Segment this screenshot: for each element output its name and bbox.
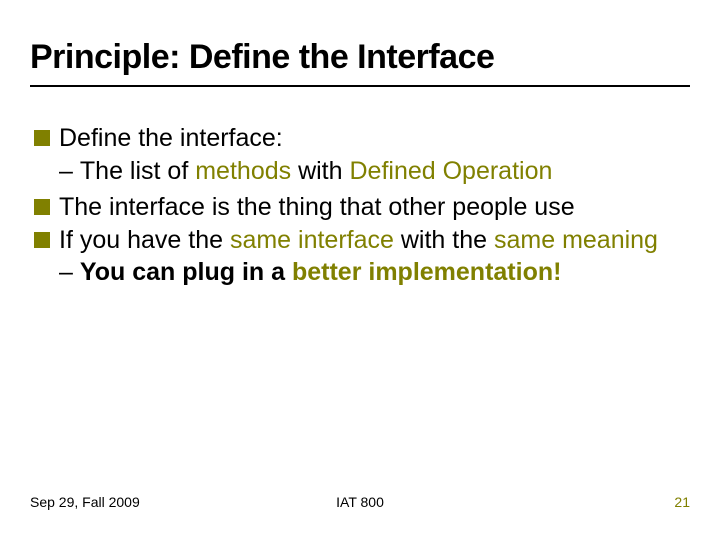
- dash-icon: –: [59, 156, 73, 187]
- square-bullet-icon: [34, 130, 50, 146]
- bullet-text-part: If you have the: [59, 226, 230, 254]
- sub-text-part: You can plug in a: [80, 258, 292, 286]
- bullet-item: Define the interface:: [34, 123, 690, 154]
- sub-text-highlight: Defined Operation: [349, 157, 552, 185]
- bullet-text: Define the interface:: [59, 124, 283, 152]
- slide-body: Define the interface: – The list of meth…: [30, 123, 690, 288]
- bullet-item: The interface is the thing that other pe…: [34, 192, 690, 223]
- sub-bullet-item: – You can plug in a better implementatio…: [34, 257, 690, 288]
- bullet-text: The interface is the thing that other pe…: [59, 193, 575, 221]
- square-bullet-icon: [34, 232, 50, 248]
- footer-course: IAT 800: [336, 494, 384, 510]
- bullet-text-highlight: same meaning: [494, 226, 658, 254]
- bullet-text-highlight: same interface: [230, 226, 394, 254]
- square-bullet-icon: [34, 199, 50, 215]
- footer-page-number: 21: [674, 494, 690, 510]
- title-underline: [30, 85, 690, 87]
- bullet-text-part: with the: [394, 226, 494, 254]
- sub-text-highlight: methods: [195, 157, 291, 185]
- sub-bullet-item: – The list of methods with Defined Opera…: [34, 156, 690, 187]
- sub-text-highlight: better implementation!: [292, 258, 561, 286]
- slide-title: Principle: Define the Interface: [30, 38, 690, 77]
- slide-footer: Sep 29, Fall 2009 IAT 800 21: [30, 494, 690, 510]
- dash-icon: –: [59, 257, 73, 288]
- bullet-item: If you have the same interface with the …: [34, 225, 690, 256]
- sub-text-part: with: [291, 157, 349, 185]
- sub-text-part: The list of: [80, 157, 195, 185]
- footer-date: Sep 29, Fall 2009: [30, 494, 140, 510]
